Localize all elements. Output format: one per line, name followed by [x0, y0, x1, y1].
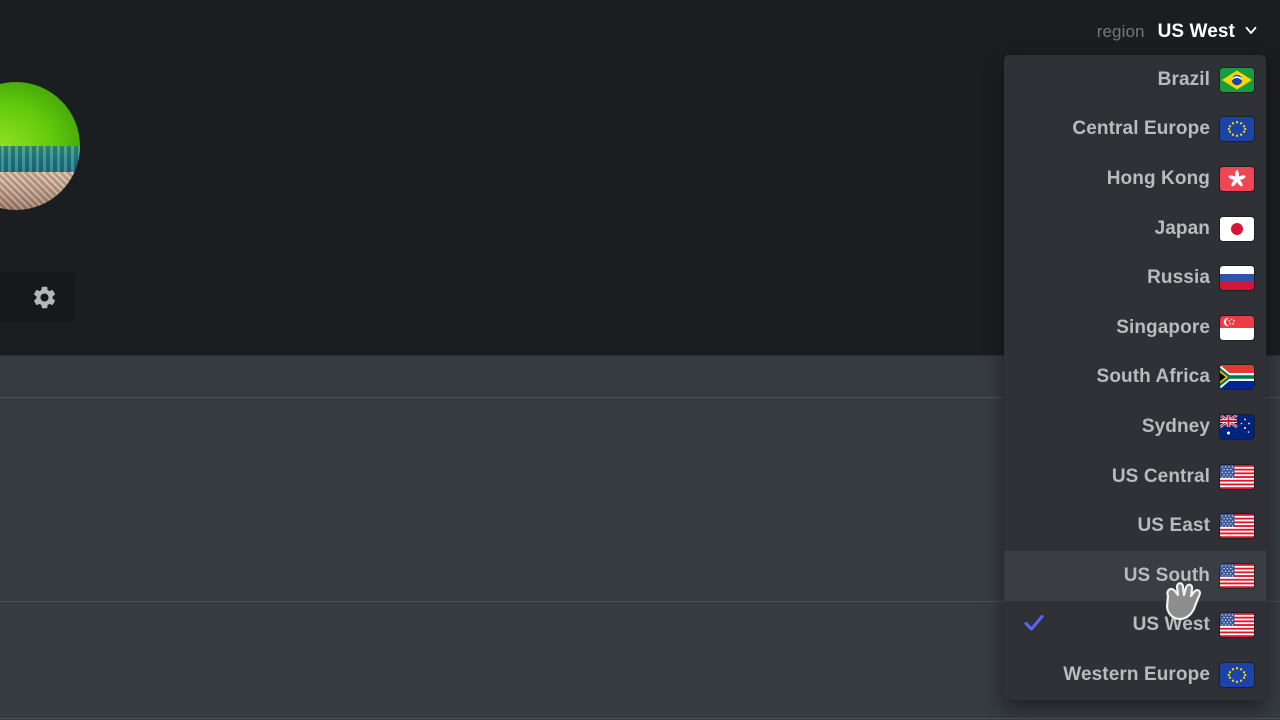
flag-us-icon: [1220, 464, 1254, 489]
region-label: region: [1096, 22, 1145, 41]
flag-us-icon: [1220, 514, 1254, 539]
flag-eu-icon: [1220, 662, 1254, 687]
check-icon: [1022, 611, 1046, 640]
dropdown-item-russia[interactable]: Russia: [1004, 253, 1266, 303]
dropdown-item-label: Singapore: [1116, 316, 1210, 338]
dropdown-item-label: Hong Kong: [1106, 167, 1210, 189]
flag-au-icon: [1220, 414, 1254, 439]
dropdown-item-us-east[interactable]: US East: [1004, 501, 1266, 551]
gear-icon[interactable]: [31, 284, 58, 311]
dropdown-item-label: US West: [1132, 614, 1210, 636]
dropdown-item-south-africa[interactable]: South Africa: [1004, 353, 1266, 403]
dropdown-item-label: Brazil: [1157, 68, 1210, 90]
region-current-value: US West: [1157, 21, 1235, 42]
dropdown-item-label: Japan: [1154, 217, 1210, 239]
dropdown-item-label: US Central: [1111, 465, 1210, 487]
settings-toolbar[interactable]: [0, 272, 75, 322]
dropdown-item-sydney[interactable]: Sydney: [1004, 402, 1266, 452]
flag-eu-icon: [1220, 117, 1254, 142]
dropdown-item-us-south[interactable]: US South: [1004, 550, 1266, 601]
dropdown-item-label: Western Europe: [1063, 663, 1210, 685]
flag-us-icon: [1220, 563, 1254, 588]
region-value-button[interactable]: US West: [1158, 21, 1260, 44]
dropdown-item-central-europe[interactable]: Central Europe: [1004, 105, 1266, 155]
region-dropdown-menu[interactable]: Brazil Central Europe Hong Kong Japan Ru…: [1004, 55, 1266, 700]
dropdown-item-label: US East: [1137, 515, 1210, 537]
flag-ru-icon: [1220, 266, 1254, 291]
dropdown-item-label: South Africa: [1096, 366, 1210, 388]
dropdown-item-label: Sydney: [1141, 415, 1210, 437]
avatar-sky: [0, 82, 80, 153]
avatar[interactable]: [0, 82, 80, 210]
dropdown-item-label: US South: [1123, 564, 1210, 586]
app-root: region US West Brazil Central Europe Hon…: [0, 0, 1280, 720]
dropdown-item-label: Central Europe: [1072, 118, 1210, 140]
flag-hk-icon: [1220, 166, 1254, 191]
flag-br-icon: [1220, 67, 1254, 92]
flag-za-icon: [1220, 365, 1254, 390]
dropdown-item-singapore[interactable]: Singapore: [1004, 303, 1266, 353]
dropdown-item-us-west[interactable]: US West: [1004, 601, 1266, 651]
dropdown-item-hong-kong[interactable]: Hong Kong: [1004, 154, 1266, 204]
dropdown-item-japan[interactable]: Japan: [1004, 204, 1266, 254]
flag-sg-icon: [1220, 315, 1254, 340]
avatar-water: [0, 146, 80, 175]
dropdown-item-western-europe[interactable]: Western Europe: [1004, 650, 1266, 700]
flag-jp-icon: [1220, 216, 1254, 241]
region-selector[interactable]: region US West: [1097, 18, 1260, 46]
avatar-shore: [0, 171, 80, 210]
flag-us-icon: [1220, 613, 1254, 638]
chevron-down-icon[interactable]: [1242, 21, 1260, 44]
dropdown-item-brazil[interactable]: Brazil: [1004, 55, 1266, 105]
dropdown-item-label: Russia: [1147, 267, 1210, 289]
list-divider-3: [0, 718, 1280, 719]
dropdown-item-us-central[interactable]: US Central: [1004, 452, 1266, 502]
